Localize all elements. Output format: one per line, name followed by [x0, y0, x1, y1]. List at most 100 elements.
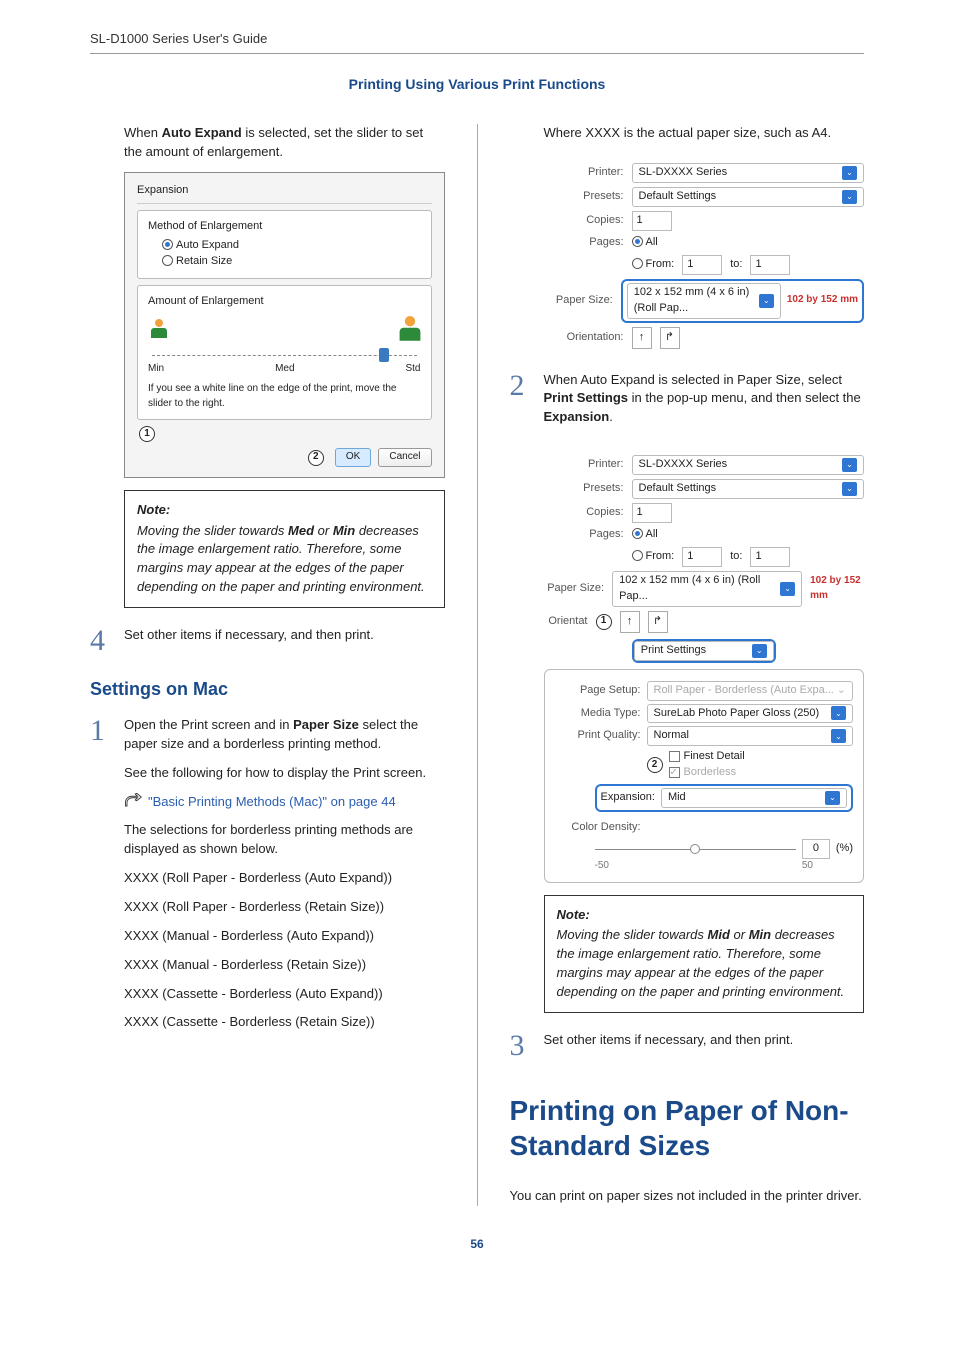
step2-text: When Auto Expand is selected in Paper Si… — [544, 371, 865, 428]
ok-button[interactable]: OK — [335, 448, 371, 467]
paper-size-select[interactable]: 102 x 152 mm (4 x 6 in) (Roll Pap...⌄ — [612, 571, 802, 607]
finest-detail-checkbox[interactable]: Finest Detail — [669, 749, 854, 765]
chevron-down-icon: ⌄ — [842, 458, 857, 472]
orientation-portrait[interactable]: ↑ — [632, 327, 652, 349]
step1-p1: Open the Print screen and in Paper Size … — [124, 716, 445, 754]
amount-label: Amount of Enlargement — [148, 294, 421, 310]
tick-med: Med — [275, 362, 294, 377]
radio-auto-expand[interactable]: Auto Expand — [162, 238, 421, 254]
page-number: 56 — [90, 1236, 864, 1253]
density-percent: (%) — [836, 841, 853, 857]
presets-label: Presets: — [544, 189, 624, 205]
density-min: -50 — [595, 859, 609, 874]
note-box: Note: Moving the slider towards Med or M… — [124, 490, 445, 608]
method-label: Method of Enlargement — [148, 219, 421, 235]
presets-select[interactable]: Default Settings⌄ — [632, 479, 865, 499]
bold-auto-expand: Auto Expand — [162, 125, 242, 140]
size-tag: 102 by 152 mm — [810, 574, 864, 603]
chevron-down-icon: ⌄ — [842, 190, 857, 204]
enlargement-slider[interactable] — [152, 346, 417, 364]
paper-size-label: Paper Size: — [544, 581, 605, 597]
density-slider[interactable] — [595, 841, 796, 857]
printer-label: Printer: — [544, 457, 624, 473]
step-3: 3 Set other items if necessary, and then… — [510, 1031, 865, 1061]
orientation-landscape[interactable]: ↱ — [660, 327, 680, 349]
media-type-label: Media Type: — [555, 706, 641, 722]
left-column: When Auto Expand is selected, set the sl… — [90, 124, 445, 1206]
copies-label: Copies: — [544, 505, 624, 521]
cancel-button[interactable]: Cancel — [378, 448, 431, 467]
printer-select[interactable]: SL-DXXXX Series⌄ — [632, 163, 865, 183]
person-icon-large — [395, 314, 424, 343]
guide-title: SL-D1000 Series User's Guide — [90, 30, 864, 49]
expansion-label: Expansion: — [601, 790, 655, 806]
density-value[interactable]: 0 — [802, 839, 830, 859]
step-1: 1 Open the Print screen and in Paper Siz… — [90, 716, 445, 1042]
print-settings-card: Page Setup: Roll Paper - Borderless (Aut… — [544, 669, 865, 883]
radio-all[interactable]: All — [632, 235, 658, 251]
two-column-layout: When Auto Expand is selected, set the sl… — [90, 124, 864, 1206]
cross-reference-link[interactable]: "Basic Printing Methods (Mac)" on page 4… — [124, 793, 445, 812]
quality-select[interactable]: Normal⌄ — [647, 726, 854, 746]
tick-min: Min — [148, 362, 164, 377]
from-input[interactable]: 1 — [682, 547, 722, 567]
radio-all[interactable]: All — [632, 527, 658, 543]
hand-pointer-icon — [124, 793, 142, 807]
note-box: Note: Moving the slider towards Mid or M… — [544, 895, 865, 1013]
step-number: 4 — [90, 626, 112, 656]
paper-size-note: Where XXXX is the actual paper size, suc… — [544, 124, 865, 143]
from-input[interactable]: 1 — [682, 255, 722, 275]
list-item: XXXX (Cassette - Borderless (Auto Expand… — [124, 985, 445, 1004]
print-settings-popup[interactable]: Print Settings⌄ — [634, 641, 774, 661]
radio-from[interactable]: From: — [632, 257, 675, 273]
orientation-portrait[interactable]: ↑ — [620, 611, 640, 633]
link-text: "Basic Printing Methods (Mac)" on page 4… — [148, 793, 396, 812]
section-title: Printing Using Various Print Functions — [90, 74, 864, 94]
auto-expand-intro: When Auto Expand is selected, set the sl… — [124, 124, 445, 162]
to-input[interactable]: 1 — [750, 255, 790, 275]
list-item: XXXX (Roll Paper - Borderless (Auto Expa… — [124, 869, 445, 888]
orientation-landscape[interactable]: ↱ — [648, 611, 668, 633]
callout-1-icon: 1 — [596, 614, 612, 630]
radio-label: Auto Expand — [176, 239, 239, 251]
printer-select[interactable]: SL-DXXXX Series⌄ — [632, 455, 865, 475]
note-title: Note: — [557, 906, 852, 925]
header-rule — [90, 53, 864, 54]
presets-label: Presets: — [544, 481, 624, 497]
density-max: 50 — [802, 859, 813, 874]
chevron-down-icon: ⌄ — [825, 791, 840, 805]
chevron-down-icon: ⌄ — [759, 294, 774, 308]
quality-label: Print Quality: — [555, 728, 641, 744]
person-icon-small — [148, 318, 170, 340]
callout-1-icon: 1 — [139, 426, 155, 442]
chevron-down-icon: ⌄ — [842, 482, 857, 496]
step-number: 1 — [90, 716, 112, 1042]
presets-select[interactable]: Default Settings⌄ — [632, 187, 865, 207]
expansion-select[interactable]: Mid⌄ — [661, 788, 847, 808]
list-item: XXXX (Roll Paper - Borderless (Retain Si… — [124, 898, 445, 917]
copies-input[interactable]: 1 — [632, 211, 672, 231]
step1-p2: See the following for how to display the… — [124, 764, 445, 783]
chevron-down-icon: ⌄ — [780, 582, 795, 596]
radio-retain-size[interactable]: Retain Size — [162, 254, 421, 270]
callout-2-icon: 2 — [308, 450, 324, 466]
column-divider — [477, 124, 478, 1206]
tick-std: Std — [405, 362, 420, 377]
slider-tip: If you see a white line on the edge of t… — [148, 382, 421, 411]
media-type-select[interactable]: SureLab Photo Paper Gloss (250)⌄ — [647, 704, 854, 724]
chevron-down-icon: ⌄ — [842, 166, 857, 180]
pages-label: Pages: — [544, 235, 624, 251]
paper-size-select[interactable]: 102 x 152 mm (4 x 6 in) (Roll Pap...⌄ — [627, 283, 781, 319]
to-input[interactable]: 1 — [750, 547, 790, 567]
footer-paragraph: You can print on paper sizes not include… — [510, 1187, 865, 1206]
copies-input[interactable]: 1 — [632, 503, 672, 523]
step-number: 2 — [510, 371, 532, 438]
list-item: XXXX (Manual - Borderless (Auto Expand)) — [124, 927, 445, 946]
step-number: 3 — [510, 1031, 532, 1061]
radio-from[interactable]: From: — [632, 549, 675, 565]
chevron-down-icon: ⌄ — [831, 729, 846, 743]
page-setup-select: Roll Paper - Borderless (Auto Expa...⌄ — [647, 681, 854, 701]
step1-p3: The selections for borderless printing m… — [124, 821, 445, 859]
callout-2-icon: 2 — [647, 757, 663, 773]
pages-label: Pages: — [544, 527, 624, 543]
